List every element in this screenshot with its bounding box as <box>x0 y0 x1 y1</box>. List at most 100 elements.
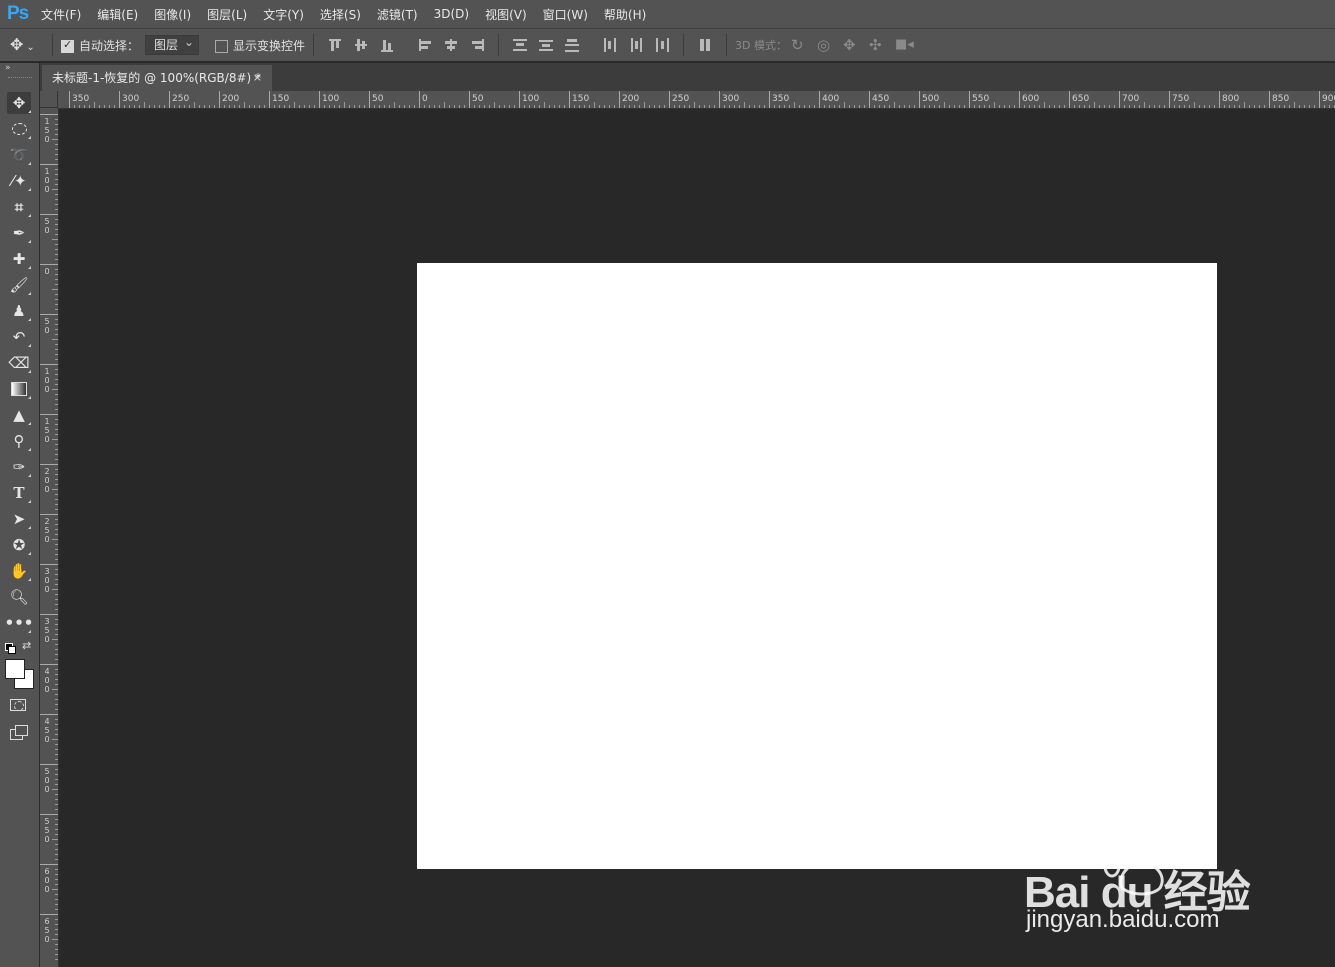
ruler-minor-tick <box>159 105 160 108</box>
ruler-minor-tick <box>1039 105 1040 108</box>
default-colors-icon[interactable] <box>5 643 16 654</box>
panel-collapse-icon[interactable]: » <box>5 63 11 73</box>
ruler-minor-tick <box>324 105 325 108</box>
screen-mode-icon[interactable] <box>10 725 28 740</box>
ruler-minor-tick <box>55 329 58 330</box>
ruler-minor-tick <box>249 105 250 108</box>
menu-window[interactable]: 窗口(W) <box>543 6 588 23</box>
healing-brush-tool-icon[interactable]: ✚ <box>7 248 31 270</box>
3d-mode-label: 3D 模式： <box>735 39 787 52</box>
auto-align-layers-icon[interactable] <box>696 36 714 54</box>
panel-grip[interactable] <box>8 77 32 80</box>
3d-orbit-icon[interactable]: ↻ <box>791 36 809 54</box>
ruler-minor-tick <box>55 629 58 630</box>
type-tool-icon[interactable]: T <box>7 482 31 504</box>
ruler-minor-tick <box>549 105 550 108</box>
ruler-minor-tick <box>724 105 725 108</box>
lasso-tool-icon[interactable]: ➰ <box>7 144 31 166</box>
align-horizontal-centers-icon[interactable] <box>442 36 460 54</box>
brush-tool-icon[interactable]: 🖌 <box>7 274 31 296</box>
move-tool-preset-icon[interactable]: ✥ ⌄ <box>10 36 40 54</box>
ruler-minor-tick <box>84 105 85 108</box>
ruler-minor-tick <box>234 105 235 108</box>
distribute-left-edges-icon[interactable] <box>601 36 619 54</box>
ruler-minor-tick <box>1099 105 1100 108</box>
menu-help[interactable]: 帮助(H) <box>604 6 646 23</box>
ruler-origin[interactable] <box>40 91 58 108</box>
shape-tool-icon[interactable]: ✪ <box>7 534 31 556</box>
ruler-minor-tick <box>729 105 730 108</box>
vertical-ruler[interactable]: 150 100 50 0 50 100 150 200 250 300 350 400 450 500 55… <box>40 108 59 967</box>
distribute-top-edges-icon[interactable] <box>511 36 529 54</box>
3d-pan-icon[interactable]: ✥ <box>843 36 861 54</box>
align-vertical-centers-icon[interactable] <box>352 36 370 54</box>
crop-tool-icon[interactable]: ⌗ <box>7 196 31 218</box>
ruler-minor-tick <box>55 259 58 260</box>
ruler-label: 300 <box>122 94 140 104</box>
auto-select-checkbox[interactable] <box>61 38 74 53</box>
align-top-edges-icon[interactable] <box>326 36 344 54</box>
marquee-tool-icon[interactable] <box>7 118 31 140</box>
ruler-minor-tick <box>52 489 58 490</box>
menu-type[interactable]: 文字(Y) <box>263 6 304 23</box>
ruler-minor-tick <box>55 709 58 710</box>
gradient-tool-icon[interactable] <box>7 378 31 400</box>
hand-tool-icon[interactable]: ✋ <box>7 560 31 582</box>
clone-stamp-tool-icon[interactable]: ♟ <box>7 300 31 322</box>
options-separator <box>52 34 53 56</box>
align-right-edges-icon[interactable] <box>468 36 486 54</box>
eraser-tool-icon[interactable]: ⌫ <box>7 352 31 374</box>
ruler-minor-tick <box>524 105 525 108</box>
3d-slide-icon[interactable]: ✣ <box>869 36 887 54</box>
zoom-tool-icon[interactable]: 🔍︎ <box>7 586 31 608</box>
ruler-minor-tick <box>1199 105 1200 108</box>
eyedropper-tool-icon[interactable]: ✒ <box>7 222 31 244</box>
menu-file[interactable]: 文件(F) <box>41 6 81 23</box>
ruler-minor-tick <box>55 134 58 135</box>
menu-edit[interactable]: 编辑(E) <box>97 6 138 23</box>
ruler-minor-tick <box>854 105 855 108</box>
blur-tool-icon[interactable]: ▲ <box>7 404 31 426</box>
foreground-color-swatch[interactable] <box>5 659 25 679</box>
dodge-tool-icon[interactable]: ⚲ <box>7 430 31 452</box>
move-tool-icon[interactable]: ✥ <box>7 92 31 114</box>
menu-view[interactable]: 视图(V) <box>485 6 527 23</box>
more-tools-icon[interactable]: ••• <box>5 612 33 634</box>
quick-mask-icon[interactable] <box>10 699 26 711</box>
ruler-label: 450 <box>44 717 50 744</box>
document-canvas[interactable] <box>417 263 1217 869</box>
ruler-minor-tick <box>55 829 58 830</box>
horizontal-ruler[interactable]: 350 300 250 200 150 100 50 0 50 100 150 200 250 300 35… <box>58 91 1335 109</box>
distribute-horizontal-centers-icon[interactable] <box>627 36 645 54</box>
magic-wand-tool-icon[interactable]: ⁄✦ <box>7 170 31 192</box>
path-selection-tool-icon[interactable]: ➤ <box>7 508 31 530</box>
show-transform-checkbox[interactable] <box>215 39 229 53</box>
align-left-edges-icon[interactable] <box>416 36 434 54</box>
menu-select[interactable]: 选择(S) <box>320 6 361 23</box>
ruler-tick <box>40 114 58 115</box>
ruler-minor-tick <box>1304 105 1305 108</box>
menu-3d[interactable]: 3D(D) <box>434 7 469 21</box>
document-tab[interactable]: 未标题-1-恢复的 @ 100%(RGB/8#) * × <box>42 65 272 91</box>
auto-select-target-dropdown[interactable]: 图层 <box>145 33 200 55</box>
close-tab-icon[interactable]: × <box>253 65 262 91</box>
ruler-tick <box>819 91 820 108</box>
ruler-tick <box>40 514 58 515</box>
3d-roll-icon[interactable]: ◎ <box>817 36 835 54</box>
menu-layer[interactable]: 图层(L) <box>207 6 247 23</box>
menu-bar: Ps 文件(F) 编辑(E) 图像(I) 图层(L) 文字(Y) 选择(S) 滤… <box>0 0 1335 28</box>
pen-tool-icon[interactable]: ✑ <box>7 456 31 478</box>
menu-image[interactable]: 图像(I) <box>154 6 191 23</box>
distribute-bottom-edges-icon[interactable] <box>563 36 581 54</box>
ruler-minor-tick <box>164 105 165 108</box>
swap-colors-icon[interactable]: ⇄ <box>22 639 31 652</box>
menu-filter[interactable]: 滤镜(T) <box>377 6 418 23</box>
3d-scale-icon[interactable]: ■◂ <box>895 36 914 54</box>
auto-select-label: 自动选择： <box>79 38 140 53</box>
distribute-right-edges-icon[interactable] <box>653 36 671 54</box>
align-bottom-edges-icon[interactable] <box>378 36 396 54</box>
history-brush-tool-icon[interactable]: ↶ <box>7 326 31 348</box>
distribute-vertical-centers-icon[interactable] <box>537 36 555 54</box>
ruler-minor-tick <box>1214 105 1215 108</box>
ruler-minor-tick <box>744 102 745 108</box>
